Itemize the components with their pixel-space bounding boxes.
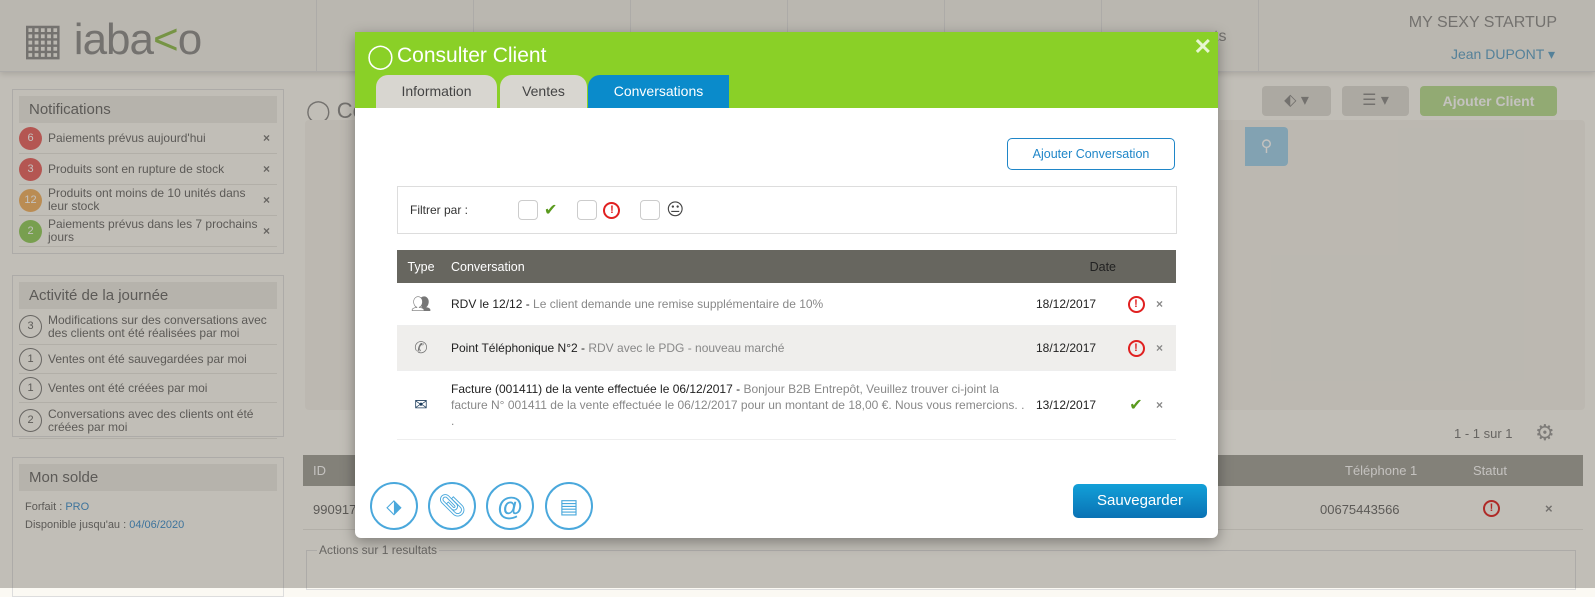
document-icon: ▤ [559,495,579,518]
conversation-row[interactable]: ✉ Facture (001411) de la vente effectuée … [397,371,1176,440]
filter-bar: Filtrer par : ✔ ! 😐︎ [397,186,1177,234]
conversation-date: 18/12/2017 [1036,341,1097,355]
save-button[interactable]: Sauvegarder [1073,484,1207,518]
tag-icon: ⬗ [386,495,402,518]
conversation-desc: Le client demande une remise supplémenta… [533,297,824,311]
phone-icon: ✆ [414,340,428,357]
document-button[interactable]: ▤ [545,482,593,530]
alert-icon: ! [1127,339,1145,357]
check-icon: ✔ [1129,397,1143,414]
col-conversation: Conversation [451,259,525,274]
user-icon: ◯ [367,43,394,70]
alert-icon: ! [603,201,621,219]
status: ! [1116,295,1156,313]
neutral-face-icon: 😐︎ [666,200,685,219]
add-conversation-button[interactable]: Ajouter Conversation [1007,138,1175,170]
table-header: Type Conversation Date [397,250,1176,283]
consult-client-modal: ◯ Consulter Client ✕ Information Ventes … [355,32,1218,538]
col-date: Date [1089,259,1116,274]
status: ! [1116,339,1156,357]
close-icon[interactable]: ✕ [1194,34,1212,60]
filter-alert-checkbox[interactable] [577,200,598,220]
alert-icon: ! [1127,295,1145,313]
conversation-title: Facture (001411) de la vente effectuée l… [451,382,733,396]
conversation-title: RDV le 12/12 [451,297,523,311]
delete-icon[interactable]: × [1156,398,1176,412]
delete-icon[interactable]: × [1156,341,1176,355]
filter-done-checkbox[interactable] [518,200,538,220]
conversations-table: Type Conversation Date 👥︎ RDV le 12/12 - … [397,250,1176,440]
meeting-icon: 👥︎ [410,296,432,313]
filter-neutral-checkbox[interactable] [640,200,661,220]
conversation-date: 13/12/2017 [1036,398,1097,412]
modal-title: Consulter Client [397,44,547,67]
tab-conversations[interactable]: Conversations [588,75,729,108]
status: ✔ [1116,395,1156,415]
conversation-row[interactable]: ✆ Point Téléphonique N°2 - RDV avec le PD… [397,326,1176,371]
conversation-row[interactable]: 👥︎ RDV le 12/12 - Le client demande une r… [397,283,1176,326]
attach-button[interactable]: 📎︎ [428,482,476,530]
email-button[interactable]: @ [486,482,534,530]
tab-ventes[interactable]: Ventes [500,75,587,108]
paperclip-icon: 📎︎ [438,493,466,518]
delete-icon[interactable]: × [1156,297,1176,311]
email-icon: ✉ [414,397,428,414]
conversation-title: Point Téléphonique N°2 [451,341,578,355]
tab-information[interactable]: Information [376,75,497,108]
conversation-desc: RDV avec le PDG - nouveau marché [588,341,785,355]
filter-label: Filtrer par : [410,203,469,217]
check-icon: ✔ [544,202,558,219]
conversation-date: 18/12/2017 [1036,297,1097,311]
modal-header: ◯ Consulter Client ✕ Information Ventes … [355,32,1218,108]
col-type: Type [407,259,435,274]
at-icon: @ [497,490,523,521]
tag-button[interactable]: ⬗ [370,482,418,530]
